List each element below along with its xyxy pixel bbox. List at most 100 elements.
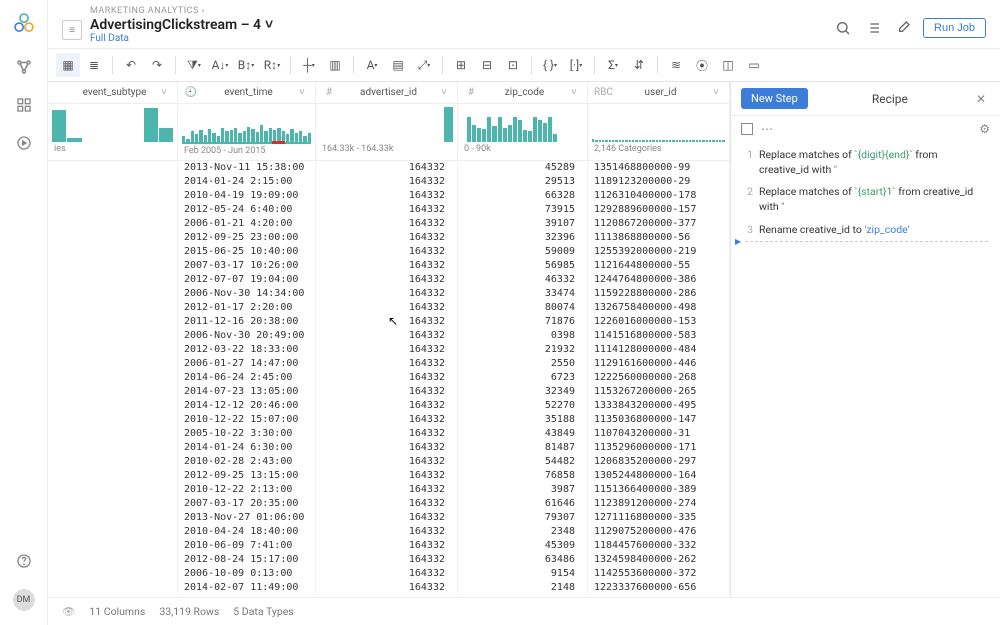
column-header[interactable]: #zip_code˅: [458, 82, 587, 104]
app-logo[interactable]: [11, 10, 37, 39]
filter-icon[interactable]: ⧩▾: [182, 53, 206, 77]
cell: 59009: [458, 245, 588, 259]
recipe-step[interactable]: 1Replace matches of `{digit}{end}` from …: [737, 144, 994, 181]
column-header[interactable]: 🕘event_time˅: [178, 82, 315, 104]
new-step-button[interactable]: New Step: [741, 88, 808, 109]
table-row[interactable]: 2012-08-24 15:17:00164332634861324598400…: [48, 553, 730, 567]
table-row[interactable]: 2014-06-24 2:45:001643326723122256000000…: [48, 371, 730, 385]
chevron-down-icon[interactable]: ˅: [299, 87, 309, 98]
merge-col-icon[interactable]: ⊟: [475, 53, 499, 77]
table-row[interactable]: 2006-01-21 4:20:001643323910711208672000…: [48, 217, 730, 231]
sort-rows-icon[interactable]: R↕▾: [260, 53, 284, 77]
search-icon[interactable]: [833, 18, 853, 38]
jobs-icon[interactable]: [14, 133, 34, 153]
status-bar: 👁 11 Columns 33,119 Rows 5 Data Types: [48, 597, 1000, 625]
table-row[interactable]: 2006-Nov-30 20:49:0016433203981141516800…: [48, 329, 730, 343]
table-row[interactable]: 2015-06-25 10:40:00164332590091255392000…: [48, 245, 730, 259]
list-icon[interactable]: [863, 18, 883, 38]
full-data-link[interactable]: Full Data: [90, 33, 833, 44]
union-icon[interactable]: ▭: [742, 53, 766, 77]
table-row[interactable]: 2012-07-07 19:04:00164332463321244764800…: [48, 273, 730, 287]
chevron-down-icon[interactable]: ˅: [571, 87, 581, 98]
run-job-button[interactable]: Run Job: [923, 18, 986, 38]
cell: 2010-12-22 15:07:00: [178, 413, 316, 427]
chevron-down-icon[interactable]: ˅: [265, 16, 273, 33]
table-row[interactable]: 2012-09-25 23:00:00164332323961113868800…: [48, 231, 730, 245]
join-icon[interactable]: ◫: [716, 53, 740, 77]
chevron-down-icon[interactable]: ˅: [161, 87, 171, 98]
sigma-icon[interactable]: Σ▾: [601, 53, 625, 77]
more-icon[interactable]: ⋯: [761, 122, 773, 136]
array-icon[interactable]: [·]▾: [564, 53, 588, 77]
breadcrumb[interactable]: MARKETING ANALYTICS ›: [90, 6, 833, 16]
table-row[interactable]: 2012-05-24 6:40:001643327391512928896000…: [48, 203, 730, 217]
list-view-icon[interactable]: ≣: [82, 53, 106, 77]
table-row[interactable]: 2006-Nov-30 14:34:0016433233474115922880…: [48, 287, 730, 301]
table-row[interactable]: 2012-09-25 13:15:00164332768581305244800…: [48, 469, 730, 483]
table-row[interactable]: 2010-12-22 2:13:001643323987115136640000…: [48, 483, 730, 497]
histogram[interactable]: [178, 104, 315, 142]
close-icon[interactable]: ✕: [972, 92, 990, 106]
column-header[interactable]: RBCuser_id˅: [588, 82, 729, 104]
nest-icon[interactable]: ⊡: [501, 53, 525, 77]
grid-view-icon[interactable]: ▦: [56, 53, 80, 77]
eyedropper-icon[interactable]: [893, 18, 913, 38]
histogram[interactable]: [48, 104, 177, 142]
split-col-icon[interactable]: ⊞: [449, 53, 473, 77]
column-header[interactable]: #advertiser_id˅: [316, 82, 457, 104]
table-row[interactable]: 2014-12-12 20:46:00164332522701333843200…: [48, 399, 730, 413]
recipe-step[interactable]: 2Replace matches of `{start}1` from crea…: [737, 181, 994, 218]
redo-icon[interactable]: ↷: [145, 53, 169, 77]
calendar-icon[interactable]: ▤: [386, 53, 410, 77]
table-row[interactable]: 2010-12-22 15:07:00164332351881135036800…: [48, 413, 730, 427]
recipe-step[interactable]: 3Rename creative_id to 'zip_code': [737, 219, 994, 242]
sort-desc-icon[interactable]: B↕▾: [234, 53, 258, 77]
page-title[interactable]: AdvertisingClickstream – 4 ˅: [90, 16, 833, 33]
undo-icon[interactable]: ↶: [119, 53, 143, 77]
cell: 1113868800000-56: [588, 231, 730, 245]
lookup-icon[interactable]: ⦿: [690, 53, 714, 77]
gear-icon[interactable]: ⚙: [979, 122, 990, 136]
pivot-icon[interactable]: ⇵: [627, 53, 651, 77]
table-row[interactable]: 2007-03-17 20:35:00164332616461123891200…: [48, 497, 730, 511]
table-row[interactable]: 2013-Nov-27 01:06:0016433279307127111680…: [48, 511, 730, 525]
table-row[interactable]: 2011-12-16 20:38:00164332718761226016000…: [48, 315, 730, 329]
table-row[interactable]: 2014-01-24 6:30:001643328148711352960000…: [48, 441, 730, 455]
help-icon[interactable]: [14, 551, 34, 571]
cell: 2005-10-22 3:30:00: [178, 427, 316, 441]
text-format-icon[interactable]: A▾: [360, 53, 384, 77]
histogram[interactable]: [316, 104, 457, 142]
cell: 164332: [316, 343, 458, 357]
table-row[interactable]: 2010-04-19 19:09:00164332663281126310400…: [48, 189, 730, 203]
chevron-down-icon[interactable]: ˅: [713, 87, 723, 98]
table-row[interactable]: 2014-02-07 11:49:00164332214812233376000…: [48, 581, 730, 595]
table-row[interactable]: 2006-01-27 14:47:00164332255011291616000…: [48, 357, 730, 371]
table-row[interactable]: 2012-01-17 2:20:001643328007413267584000…: [48, 301, 730, 315]
brackets-icon[interactable]: { }▾: [538, 53, 562, 77]
sort-asc-icon[interactable]: A↓▾: [208, 53, 232, 77]
flow-icon[interactable]: [14, 57, 34, 77]
dedup-icon[interactable]: ≋: [664, 53, 688, 77]
align-center-icon[interactable]: ┼▾: [297, 53, 321, 77]
table-row[interactable]: 2013-Nov-11 15:38:0016433245289135146880…: [48, 161, 730, 175]
table-row[interactable]: 2012-03-22 18:33:00164332219321114128000…: [48, 343, 730, 357]
extract-icon[interactable]: ⤢▾: [412, 53, 436, 77]
table-row[interactable]: 2006-10-09 0:13:001643329154114255360000…: [48, 567, 730, 581]
table-row[interactable]: 2007-03-17 10:26:00164332569851121644800…: [48, 259, 730, 273]
cell: [48, 427, 178, 441]
eye-icon[interactable]: 👁: [62, 605, 75, 618]
table-row[interactable]: 2010-04-24 18:40:00164332234811290752000…: [48, 525, 730, 539]
histogram[interactable]: [458, 104, 587, 142]
table-row[interactable]: 2014-01-24 2:15:001643322951311891232000…: [48, 175, 730, 189]
histogram[interactable]: [588, 104, 729, 142]
apps-icon[interactable]: [14, 95, 34, 115]
table-row[interactable]: 2010-06-09 7:41:001643324530911844576000…: [48, 539, 730, 553]
columns-icon[interactable]: ▥: [323, 53, 347, 77]
column-header[interactable]: event_subtype˅: [48, 82, 177, 104]
avatar[interactable]: DM: [13, 589, 35, 611]
select-all-checkbox[interactable]: [741, 123, 753, 135]
chevron-down-icon[interactable]: ˅: [441, 87, 451, 98]
table-row[interactable]: 2010-02-28 2:43:001643325448212068352000…: [48, 455, 730, 469]
table-row[interactable]: 2014-07-23 13:05:00164332323491153267200…: [48, 385, 730, 399]
table-row[interactable]: 2005-10-22 3:30:001643324384911070432000…: [48, 427, 730, 441]
